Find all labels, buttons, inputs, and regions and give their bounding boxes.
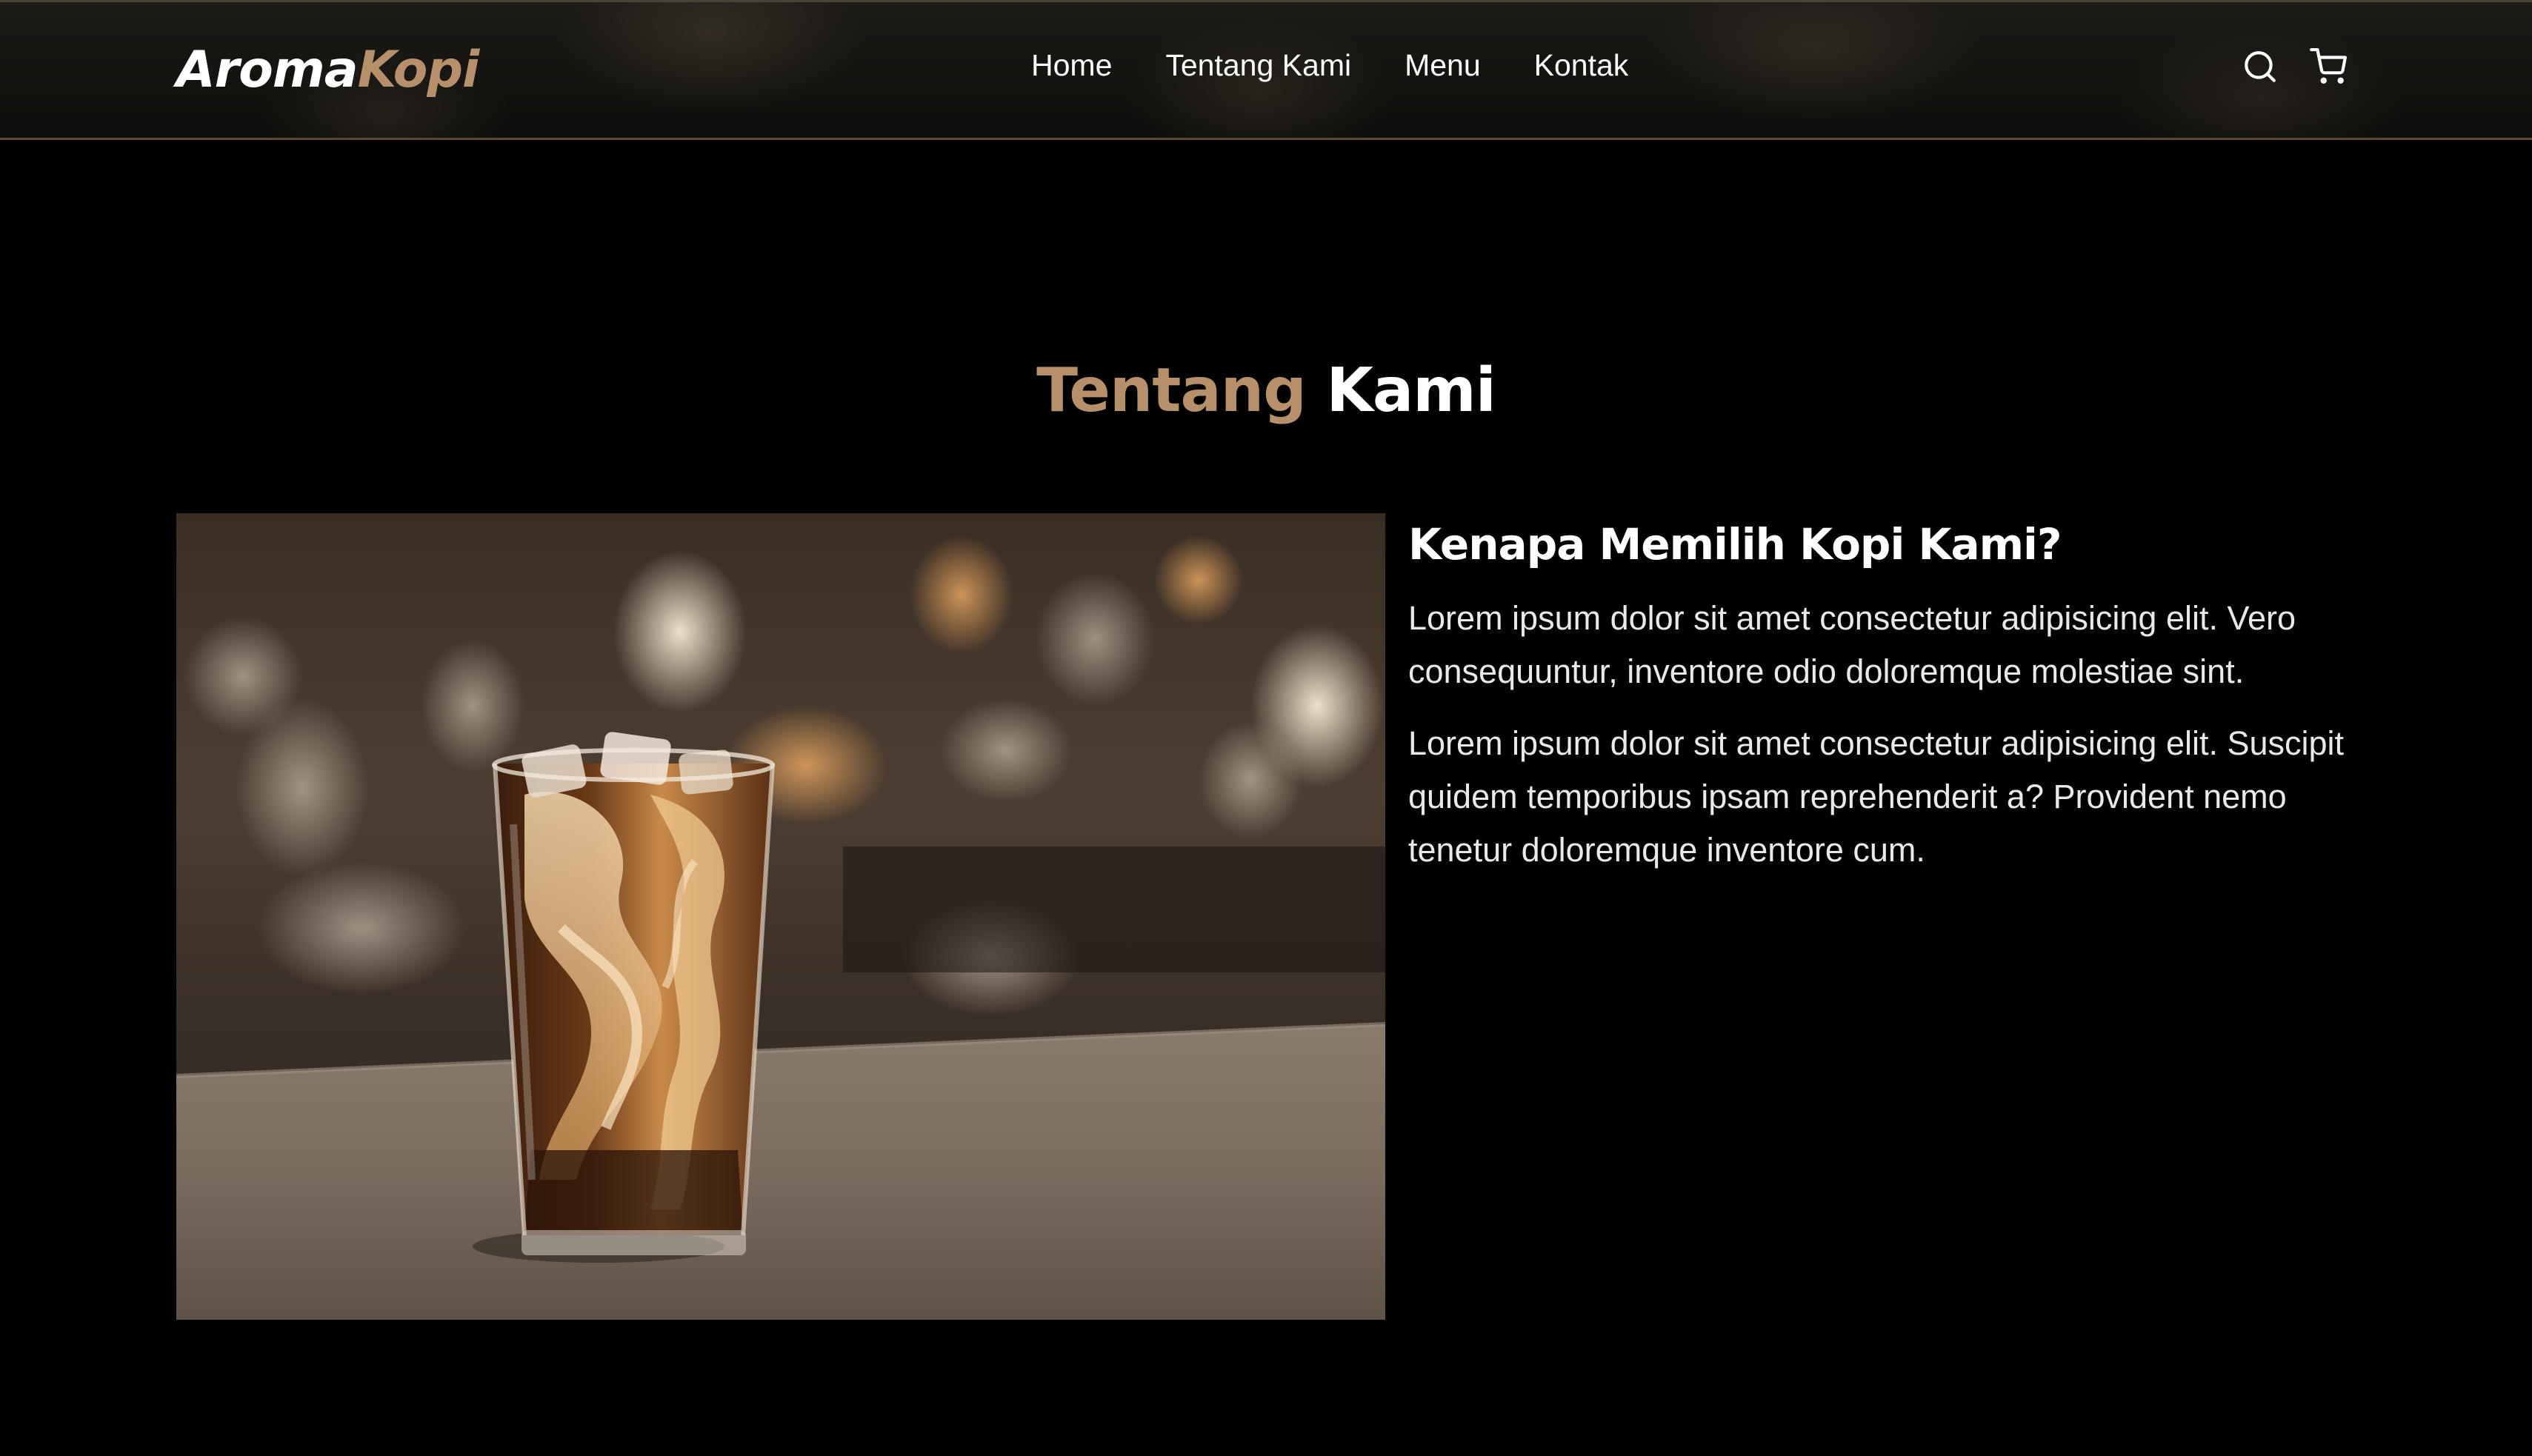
cart-icon[interactable]	[2310, 48, 2347, 85]
nav-link-kontak[interactable]: Kontak	[1534, 45, 1629, 85]
section-title-tentang: Tentang	[1036, 355, 1307, 426]
section-title-kami: Kami	[1326, 355, 1496, 426]
about-content: Kenapa Memilih Kopi Kami? Lorem ipsum do…	[1408, 515, 2371, 895]
nav-icons	[2242, 48, 2347, 85]
page: AromaKopi Home Tentang Kami Menu Kontak	[0, 0, 2532, 1456]
section-title: Tentang Kami	[0, 355, 2532, 426]
nav-link-tentang-kami[interactable]: Tentang Kami	[1165, 45, 1351, 85]
logo[interactable]: AromaKopi	[176, 41, 479, 99]
navbar: AromaKopi Home Tentang Kami Menu Kontak	[0, 0, 2532, 140]
nav-links: Home Tentang Kami Menu Kontak	[1031, 45, 1628, 85]
logo-text-kopi: Kopi	[357, 41, 480, 99]
nav-link-home[interactable]: Home	[1031, 45, 1112, 85]
about-paragraph-1: Lorem ipsum dolor sit amet consectetur a…	[1408, 599, 2296, 690]
about-image-iced-coffee	[176, 513, 1385, 1320]
about-paragraph-2: Lorem ipsum dolor sit amet consectetur a…	[1408, 724, 2345, 869]
about-heading: Kenapa Memilih Kopi Kami?	[1408, 519, 2062, 570]
nav-link-menu[interactable]: Menu	[1405, 45, 1481, 85]
search-icon[interactable]	[2242, 48, 2279, 85]
logo-text-aroma: Aroma	[176, 41, 359, 99]
